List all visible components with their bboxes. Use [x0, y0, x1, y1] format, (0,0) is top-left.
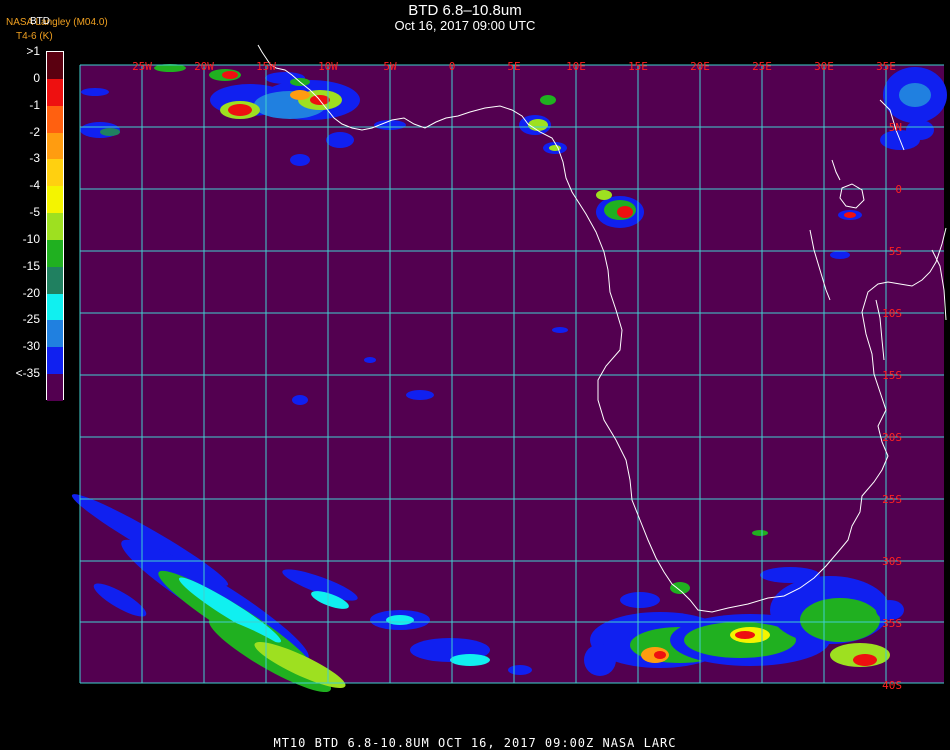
cloud-patch	[654, 651, 666, 659]
cloud-patch	[552, 327, 568, 333]
cloud-patch	[450, 654, 490, 666]
cloud-patch	[844, 212, 856, 218]
cloud-patch	[508, 665, 532, 675]
cloud-patch	[617, 206, 633, 218]
cloud-patch	[292, 395, 308, 405]
longitude-label: 15E	[628, 60, 648, 73]
cloud-patch	[100, 128, 120, 136]
cloud-patch	[830, 251, 850, 259]
longitude-label: 15W	[256, 60, 276, 73]
cloud-patch	[364, 357, 376, 363]
cloud-patch	[540, 95, 556, 105]
cloud-patch	[906, 120, 934, 140]
cloud-patch	[326, 132, 354, 148]
cloud-patch	[222, 71, 238, 79]
longitude-label: 0	[449, 60, 456, 73]
latitude-label: 20S	[882, 431, 902, 444]
cloud-patch	[406, 390, 434, 400]
latitude-label: 0	[895, 183, 902, 196]
latitude-label: 25S	[882, 493, 902, 506]
latitude-label: 15S	[882, 369, 902, 382]
cloud-patch	[735, 631, 755, 639]
cloud-patch	[670, 582, 690, 594]
longitude-label: 30E	[814, 60, 834, 73]
cloud-patch	[528, 119, 548, 131]
latitude-label: 35S	[882, 617, 902, 630]
latitude-label: 5N	[889, 121, 902, 134]
longitude-label: 10E	[566, 60, 586, 73]
latitude-label: 5S	[889, 245, 902, 258]
cloud-patch	[596, 190, 612, 200]
longitude-label: 25W	[132, 60, 152, 73]
cloud-patch	[81, 88, 109, 96]
longitude-label: 10W	[318, 60, 338, 73]
footer-caption: MT10 BTD 6.8-10.8UM OCT 16, 2017 09:00Z …	[273, 736, 677, 750]
cloud-patch	[620, 592, 660, 608]
latitude-label: 30S	[882, 555, 902, 568]
longitude-label: 5E	[507, 60, 520, 73]
cloud-patch	[290, 154, 310, 166]
cloud-patch	[853, 654, 877, 666]
cloud-patch	[290, 90, 310, 100]
cloud-patch	[800, 598, 880, 642]
longitude-label: 20W	[194, 60, 214, 73]
longitude-label: 35E	[876, 60, 896, 73]
cloud-patch	[899, 83, 931, 107]
satellite-map: 25W 20W 15W 10W 5W 0 5E 10E 15E 20E 25E 30E 35E 5N 0 5S…	[71, 44, 947, 693]
longitude-label: 20E	[690, 60, 710, 73]
latitude-label: 10S	[882, 307, 902, 320]
latitude-label: 40S	[882, 679, 902, 692]
cloud-patch	[228, 104, 252, 116]
longitude-label: 5W	[383, 60, 397, 73]
longitude-label: 25E	[752, 60, 772, 73]
cloud-patch	[752, 530, 768, 536]
cloud-patch	[584, 644, 616, 676]
